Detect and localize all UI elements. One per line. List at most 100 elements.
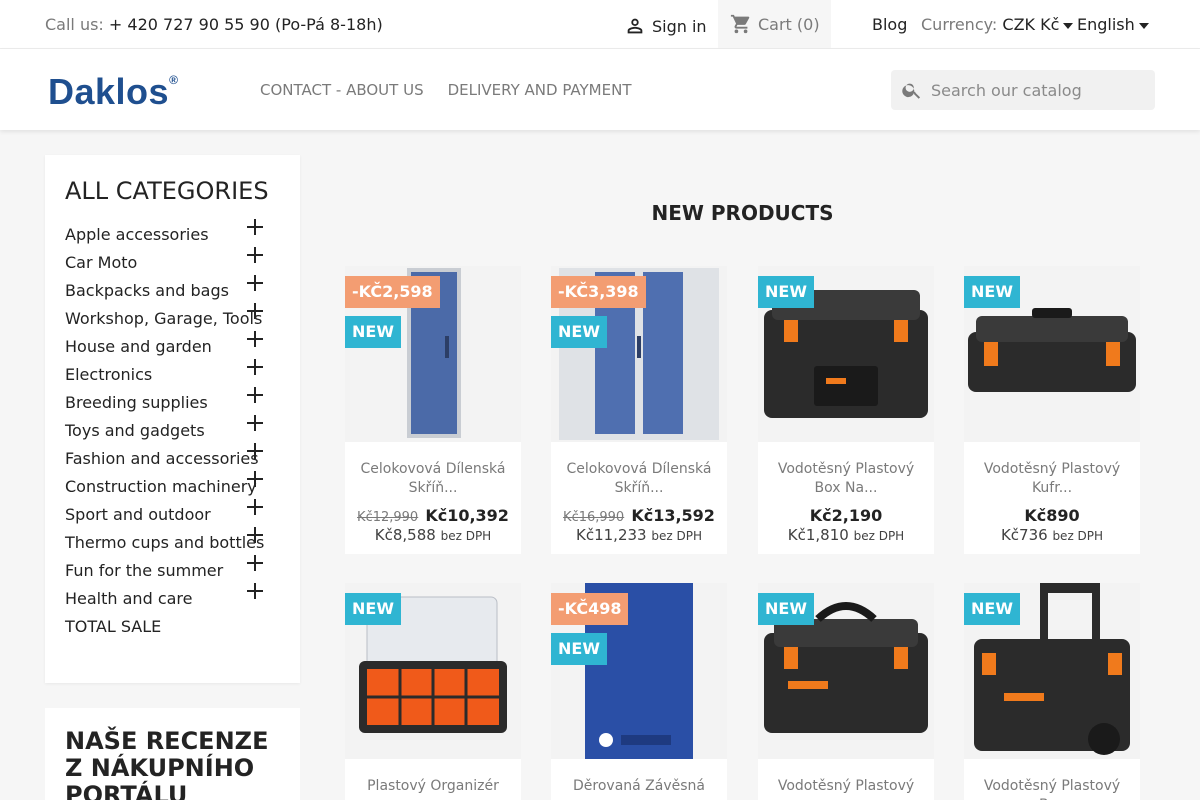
- shopping-cart-icon: [730, 14, 750, 34]
- product-name[interactable]: Plastový Organizér: [351, 777, 515, 800]
- product-card[interactable]: -KČ3,398 NEW Celokovová Dílenská Skříň..…: [551, 266, 727, 554]
- product-name[interactable]: Vodotěsný Plastový Kufr...: [970, 460, 1134, 498]
- category-label: Health and care: [65, 589, 193, 608]
- price-row: Kč890: [970, 506, 1134, 525]
- price-ex-vat-row: Kč1,810 bez DPH: [764, 526, 928, 544]
- category-label: TOTAL SALE: [65, 617, 162, 636]
- new-products-title: NEW PRODUCTS: [0, 201, 1200, 225]
- category-label: Construction machinery: [65, 477, 257, 496]
- category-label: Sport and outdoor: [65, 505, 211, 524]
- product-name[interactable]: Celokovová Dílenská Skříň...: [351, 460, 515, 498]
- category-label: Fashion and accessories: [65, 449, 259, 468]
- product-card[interactable]: NEW Vodotěsný Plastový: [758, 583, 934, 800]
- blog-link[interactable]: Blog: [872, 15, 907, 34]
- category-label: Toys and gadgets: [65, 421, 205, 440]
- product-info: Vodotěsný Plastový Box: [964, 759, 1140, 800]
- product-image[interactable]: NEW: [758, 266, 934, 442]
- discount-flag: -KČ2,598: [345, 276, 440, 308]
- product-name[interactable]: Vodotěsný Plastový: [764, 777, 928, 800]
- price-ex-vat: Kč8,588: [374, 526, 436, 544]
- discount-flag: -KČ3,398: [551, 276, 646, 308]
- expand-plus-icon[interactable]: [247, 583, 263, 599]
- expand-plus-icon[interactable]: [247, 359, 263, 375]
- product-name[interactable]: Vodotěsný Plastový Box Na...: [764, 460, 928, 498]
- product-card[interactable]: NEW Vodotěsný Plastový Box: [964, 583, 1140, 800]
- currency-selector[interactable]: Currency: CZK Kč: [921, 15, 1074, 34]
- price-ex-vat: Kč1,810: [787, 526, 849, 544]
- category-label: Backpacks and bags: [65, 281, 229, 300]
- sign-in-link[interactable]: Sign in: [624, 15, 707, 37]
- current-price: Kč890: [1024, 506, 1080, 525]
- expand-plus-icon[interactable]: [247, 555, 263, 571]
- search-icon[interactable]: [901, 79, 923, 101]
- call-label: Call us:: [45, 15, 104, 34]
- product-info: Vodotěsný Plastový: [758, 759, 934, 800]
- old-price: Kč12,990: [357, 510, 419, 525]
- expand-plus-icon[interactable]: [247, 415, 263, 431]
- product-name[interactable]: Vodotěsný Plastový Box: [970, 777, 1134, 800]
- product-image[interactable]: NEW: [964, 583, 1140, 759]
- price-ex-vat-row: Kč8,588 bez DPH: [351, 526, 515, 544]
- tax-label: bez DPH: [853, 529, 905, 543]
- product-card[interactable]: -KČ2,598 NEW Celokovová Dílenská Skříň..…: [345, 266, 521, 554]
- nav-contact-about[interactable]: CONTACT - ABOUT US: [260, 81, 424, 99]
- new-products-heading: NEW PRODUCTS: [651, 201, 834, 225]
- expand-plus-icon[interactable]: [247, 443, 263, 459]
- expand-plus-icon[interactable]: [247, 387, 263, 403]
- price-ex-vat: Kč736: [1000, 526, 1048, 544]
- cart-label: Cart: [758, 14, 792, 34]
- product-info: Celokovová Dílenská Skříň... Kč16,990 Kč…: [551, 442, 727, 554]
- price-row: Kč12,990 Kč10,392: [351, 506, 515, 525]
- product-info: Vodotěsný Plastový Kufr... Kč890 Kč736 b…: [964, 442, 1140, 554]
- expand-plus-icon[interactable]: [247, 499, 263, 515]
- new-flag: NEW: [551, 316, 607, 348]
- category-item[interactable]: TOTAL SALE: [65, 617, 280, 645]
- expand-plus-icon[interactable]: [247, 527, 263, 543]
- category-item[interactable]: Health and care: [65, 583, 280, 617]
- expand-plus-icon[interactable]: [247, 331, 263, 347]
- tax-label: bez DPH: [440, 529, 492, 543]
- expand-plus-icon[interactable]: [247, 275, 263, 291]
- product-card[interactable]: NEW Vodotěsný Plastový Box Na... Kč2,190…: [758, 266, 934, 554]
- product-card[interactable]: -KČ498 NEW Děrovaná Závěsná: [551, 583, 727, 800]
- current-price: Kč2,190: [809, 506, 883, 525]
- language-selector[interactable]: English: [1077, 15, 1149, 34]
- expand-plus-icon[interactable]: [247, 247, 263, 263]
- product-image[interactable]: NEW: [345, 583, 521, 759]
- new-flag: NEW: [964, 593, 1020, 625]
- product-image[interactable]: -KČ498 NEW: [551, 583, 727, 759]
- product-card[interactable]: NEW Plastový Organizér: [345, 583, 521, 800]
- current-price: Kč13,592: [631, 506, 715, 525]
- discount-flag: -KČ498: [551, 593, 629, 625]
- chevron-down-icon: [1063, 22, 1074, 29]
- main-header: Daklos® CONTACT - ABOUT US DELIVERY AND …: [0, 49, 1200, 130]
- logo-text: Daklos: [48, 71, 170, 112]
- chevron-down-icon: [1138, 22, 1149, 29]
- nav-delivery-payment[interactable]: DELIVERY AND PAYMENT: [448, 81, 632, 99]
- tax-label: bez DPH: [1052, 529, 1104, 543]
- product-name[interactable]: Děrovaná Závěsná: [557, 777, 721, 800]
- cart-button[interactable]: Cart (0): [718, 0, 831, 48]
- product-name[interactable]: Celokovová Dílenská Skříň...: [557, 460, 721, 498]
- price-row: Kč2,190: [764, 506, 928, 525]
- new-flag: NEW: [758, 593, 814, 625]
- main-nav: CONTACT - ABOUT US DELIVERY AND PAYMENT: [260, 81, 631, 99]
- category-label: Breeding supplies: [65, 393, 208, 412]
- product-image[interactable]: -KČ2,598 NEW: [345, 266, 521, 442]
- expand-plus-icon[interactable]: [247, 471, 263, 487]
- category-label: House and garden: [65, 337, 212, 356]
- product-image[interactable]: -KČ3,398 NEW: [551, 266, 727, 442]
- phone-number[interactable]: + 420 727 90 55 90 (Po-Pá 8-18h): [109, 15, 383, 34]
- price-ex-vat: Kč11,233: [576, 526, 647, 544]
- search-input[interactable]: [931, 80, 1151, 100]
- categories-panel: ALL CATEGORIES Apple accessories Car Mot…: [45, 155, 300, 683]
- language-value: English: [1077, 15, 1135, 34]
- logo[interactable]: Daklos®: [48, 71, 178, 113]
- expand-plus-icon[interactable]: [247, 303, 263, 319]
- product-image[interactable]: NEW: [758, 583, 934, 759]
- contact-phone: Call us: + 420 727 90 55 90 (Po-Pá 8-18h…: [45, 15, 383, 34]
- category-label: Thermo cups and bottles: [65, 533, 265, 552]
- product-image[interactable]: NEW: [964, 266, 1140, 442]
- product-card[interactable]: NEW Vodotěsný Plastový Kufr... Kč890 Kč7…: [964, 266, 1140, 554]
- user-icon: [627, 18, 643, 34]
